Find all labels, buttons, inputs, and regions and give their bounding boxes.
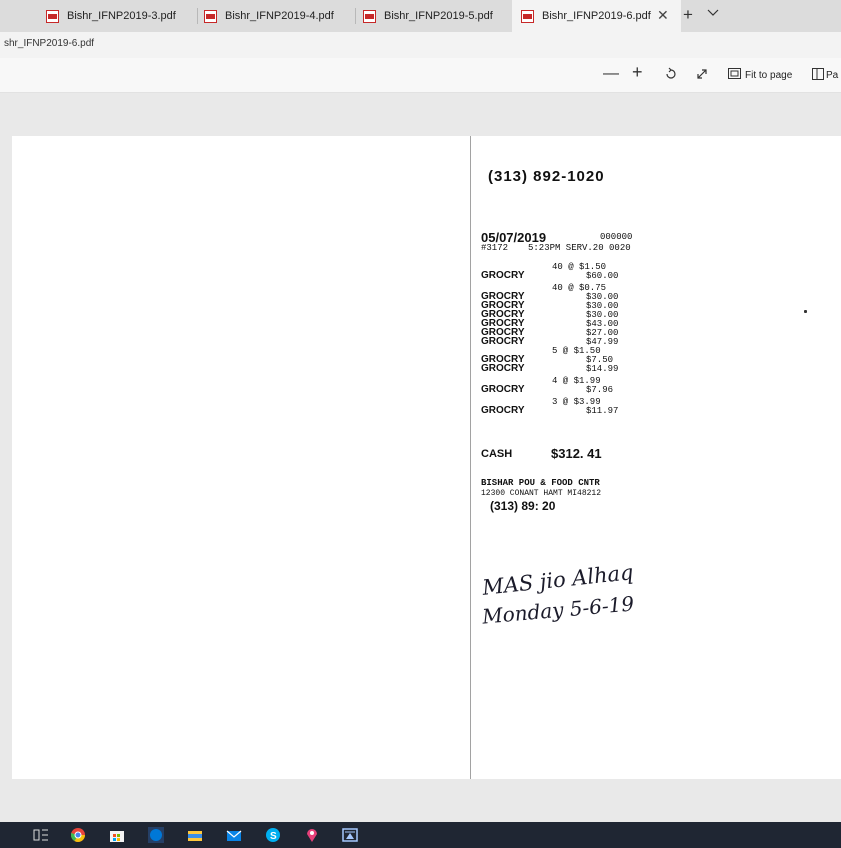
tab-bar: Bishr_IFNP2019-3.pdf Bishr_IFNP2019-4.pd… [0,0,841,32]
tab-label: Bishr_IFNP2019-5.pdf [384,10,493,22]
tab-divider [355,8,356,24]
svg-text:S: S [270,831,277,842]
receipt-store-phone: (313) 89: 20 [490,499,556,513]
pdf-page: (313) 892-1020 05/07/2019 000000 #3172 5… [12,136,841,779]
receipt-item-price: $60.00 [586,271,619,281]
tab-label: Bishr_IFNP2019-6.pdf [542,10,651,22]
address-bar[interactable]: shr_IFNP2019-6.pdf [0,32,841,59]
receipt-item-name: GROCRY [481,384,525,395]
fit-to-page-icon[interactable] [728,68,741,84]
task-view-icon[interactable] [33,827,49,843]
zoom-out-icon[interactable]: — [603,66,619,82]
close-tab-icon[interactable]: ✕ [657,7,669,24]
tab-pdf-3[interactable]: Bishr_IFNP2019-3.pdf [46,0,196,32]
fit-to-page-button[interactable]: Fit to page [745,70,792,81]
receipt-store-name: BISHAR POU & FOOD CNTR [481,478,600,488]
edge-icon[interactable] [148,827,164,843]
pdf-file-icon [204,9,217,23]
receipt-time-serv: 5:23PM SERV.20 0020 [528,243,631,253]
receipt-item-price: $11.97 [586,406,619,416]
address-text: shr_IFNP2019-6.pdf [4,38,95,49]
rotate-icon[interactable] [664,67,678,85]
full-screen-icon[interactable] [695,67,709,85]
receipt-item-name: GROCRY [481,336,525,347]
chevron-down-icon[interactable] [706,4,720,24]
receipt-phone-top: (313) 892-1020 [488,168,605,185]
page-speck [804,310,807,313]
new-tab-icon[interactable]: + [683,5,693,25]
receipt-code: 000000 [600,232,633,242]
skype-icon[interactable]: S [265,827,281,843]
tab-label: Bishr_IFNP2019-4.pdf [225,10,334,22]
receipt-item-name: GROCRY [481,405,525,416]
tab-divider [197,8,198,24]
taskbar: S [0,822,841,848]
tab-label: Bishr_IFNP2019-3.pdf [67,10,176,22]
receipt-store-no: #3172 [481,243,509,253]
receipt-cash-total: $312. 41 [551,446,602,461]
maps-icon[interactable] [304,827,320,843]
pdf-file-icon [46,9,59,23]
page-view-button[interactable]: Pa [826,70,838,81]
receipt-store-address: 12300 CONANT HAMT MI48212 [481,489,602,498]
pdf-file-icon [363,9,376,23]
photos-icon[interactable] [342,827,358,843]
viewer-bottom [0,780,841,822]
page-crease [470,136,471,779]
page-view-icon[interactable] [812,68,824,84]
receipt-cash-label: CASH [481,448,513,460]
tab-pdf-5[interactable]: Bishr_IFNP2019-5.pdf [363,0,513,32]
receipt-item-price: $14.99 [586,364,619,374]
store-icon[interactable] [109,827,125,843]
tab-pdf-6-active[interactable]: Bishr_IFNP2019-6.pdf ✕ [512,0,681,32]
chrome-icon[interactable] [70,827,86,843]
receipt-item-name: GROCRY [481,363,525,374]
tab-pdf-4[interactable]: Bishr_IFNP2019-4.pdf [204,0,354,32]
mail-icon[interactable] [226,827,242,843]
pdf-file-icon [521,9,534,23]
file-explorer-icon[interactable] [187,827,203,843]
zoom-in-icon[interactable]: + [632,63,643,81]
receipt-item-name: GROCRY [481,270,525,281]
receipt: (313) 892-1020 05/07/2019 000000 #3172 5… [478,156,648,606]
receipt-item-price: $7.96 [586,385,614,395]
pdf-toolbar: — + Fit to page Pa [0,58,841,93]
